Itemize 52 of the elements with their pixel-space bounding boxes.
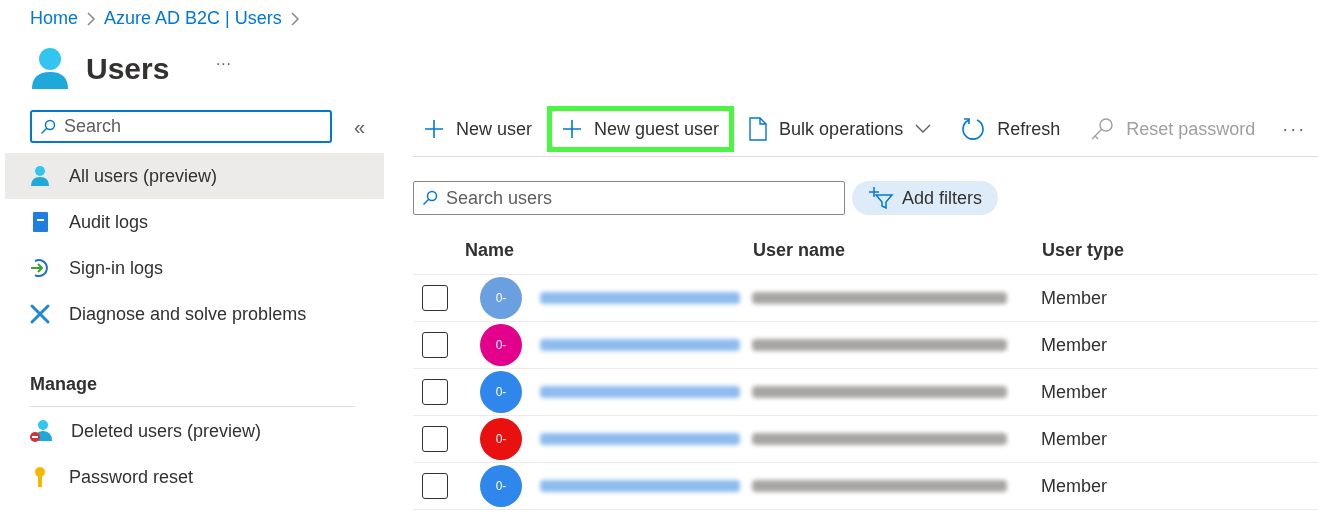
- nav-item[interactable]: All users (preview): [5, 153, 384, 199]
- toolbar-button[interactable]: New user: [409, 106, 548, 152]
- collapse-button[interactable]: «: [354, 111, 366, 142]
- search-icon: [422, 190, 438, 206]
- column-header[interactable]: User type: [1042, 237, 1242, 264]
- toolbar-button[interactable]: Refresh: [946, 106, 1076, 152]
- document-icon: [749, 117, 768, 141]
- avatar: 0-: [480, 324, 522, 366]
- toolbar-button[interactable]: New guest user: [547, 106, 735, 152]
- more-button[interactable]: ···: [1282, 115, 1307, 143]
- table-cell-text: Member: [1041, 380, 1107, 404]
- table-cell-text: Member: [1041, 427, 1107, 451]
- chevron-icon: [289, 11, 300, 26]
- search-field[interactable]: Search users: [413, 181, 845, 215]
- more-button[interactable]: ···: [215, 52, 232, 76]
- checkbox[interactable]: [422, 473, 448, 499]
- checkbox[interactable]: [422, 332, 448, 358]
- checkbox[interactable]: [422, 285, 448, 311]
- search-input[interactable]: Search users: [446, 184, 826, 212]
- checkbox[interactable]: [422, 426, 448, 452]
- toolbar-button[interactable]: Bulk operations: [734, 106, 947, 152]
- deleted-user-icon: [29, 419, 53, 443]
- breadcrumb-link[interactable]: Home: [30, 5, 78, 32]
- checkbox[interactable]: [422, 379, 448, 405]
- section-heading: Manage: [30, 373, 99, 396]
- plus-icon: [424, 119, 444, 139]
- key-icon: [1090, 117, 1115, 141]
- sign-in-icon: [29, 257, 51, 279]
- search-field[interactable]: Search: [30, 110, 332, 143]
- table-cell-text: Member: [1041, 474, 1107, 498]
- add-filters-button[interactable]: Add filters: [852, 181, 999, 215]
- avatar: 0-: [480, 465, 522, 507]
- user-icon: [30, 45, 70, 91]
- column-header[interactable]: Name: [413, 237, 753, 264]
- avatar: 0-: [480, 277, 522, 319]
- tools-icon: [29, 303, 51, 325]
- table-cell-text: Member: [1041, 333, 1107, 357]
- column-header[interactable]: User name: [753, 237, 1042, 264]
- toolbar-button: Reset password: [1075, 106, 1271, 152]
- search-input[interactable]: Search: [64, 113, 314, 140]
- page-title: Users: [86, 50, 170, 87]
- table-cell-text: Member: [1041, 286, 1107, 310]
- chevron-down-icon: [915, 124, 932, 134]
- filter-icon: [868, 187, 894, 209]
- avatar: 0-: [480, 418, 522, 460]
- chevron-icon: [86, 11, 96, 26]
- user-icon: [29, 165, 51, 187]
- breadcrumb-link[interactable]: Azure AD B2C | Users: [104, 5, 282, 32]
- refresh-icon: [961, 117, 986, 141]
- search-icon: [40, 118, 56, 135]
- avatar: 0-: [480, 371, 522, 413]
- plus-icon: [562, 119, 583, 139]
